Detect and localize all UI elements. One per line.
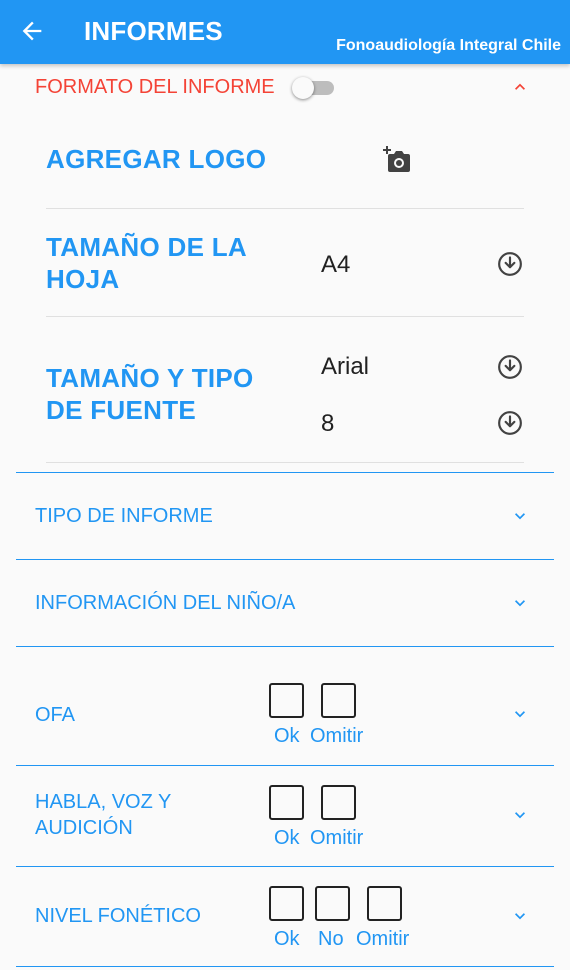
nivel-no-label: No: [318, 928, 344, 950]
download-circle-icon[interactable]: [497, 410, 523, 436]
download-circle-icon[interactable]: [497, 354, 523, 380]
font-family-value[interactable]: Arial: [321, 353, 369, 381]
page-size-label: TAMAÑO DE LA HOJA: [46, 231, 247, 295]
section-info-nino-label[interactable]: INFORMACIÓN DEL NIÑO/A: [35, 590, 295, 616]
add-logo-label: AGREGAR LOGO: [46, 144, 267, 174]
section-habla-label[interactable]: HABLA, VOZ Y AUDICIÓN: [35, 789, 171, 841]
divider: [46, 316, 524, 317]
ofa-omitir-checkbox[interactable]: [321, 683, 356, 718]
format-section-title: FORMATO DEL INFORME: [35, 76, 275, 98]
nivel-no-checkbox[interactable]: [315, 886, 350, 921]
section-divider: [16, 646, 554, 647]
font-label-line2: DE FUENTE: [46, 395, 197, 425]
chevron-down-icon[interactable]: [510, 805, 530, 825]
section-divider: [16, 559, 554, 560]
section-divider: [16, 966, 554, 967]
app-bar: INFORMES Fonoaudiología Integral Chile: [0, 0, 570, 64]
nivel-omitir-checkbox[interactable]: [367, 886, 402, 921]
font-label-line1: TAMAÑO Y TIPO: [46, 363, 254, 393]
section-tipo-informe-label[interactable]: TIPO DE INFORME: [35, 503, 213, 529]
habla-ok-checkbox[interactable]: [269, 785, 304, 820]
switch-thumb: [292, 77, 314, 99]
section-habla-label-line1: HABLA, VOZ Y: [35, 791, 172, 813]
font-label: TAMAÑO Y TIPO DE FUENTE: [46, 362, 254, 426]
chevron-up-icon[interactable]: [510, 77, 530, 97]
download-circle-icon[interactable]: [497, 251, 523, 277]
chevron-down-icon[interactable]: [510, 906, 530, 926]
ofa-ok-label: Ok: [274, 725, 300, 747]
nivel-omitir-label: Omitir: [356, 928, 410, 950]
divider: [46, 208, 524, 209]
chevron-down-icon[interactable]: [510, 506, 530, 526]
section-nivel-fonetico-label[interactable]: NIVEL FONÉTICO: [35, 903, 201, 929]
section-divider: [16, 472, 554, 473]
chevron-down-icon[interactable]: [510, 704, 530, 724]
add-photo-icon[interactable]: [380, 145, 412, 175]
ofa-ok-checkbox[interactable]: [269, 683, 304, 718]
section-ofa-label[interactable]: OFA: [35, 702, 75, 728]
habla-ok-label: Ok: [274, 827, 300, 849]
habla-omitir-label: Omitir: [310, 827, 364, 849]
page-size-value[interactable]: A4: [321, 251, 350, 279]
format-toggle-switch[interactable]: [292, 77, 336, 99]
nivel-ok-label: Ok: [274, 928, 300, 950]
page-title: INFORMES: [84, 16, 223, 46]
clinic-name: Fonoaudiología Integral Chile: [336, 37, 561, 54]
divider: [46, 462, 524, 463]
page-size-label-line2: HOJA: [46, 264, 120, 294]
section-divider: [16, 765, 554, 766]
ofa-omitir-label: Omitir: [310, 725, 364, 747]
habla-omitir-checkbox[interactable]: [321, 785, 356, 820]
section-habla-label-line2: AUDICIÓN: [35, 817, 133, 839]
page-size-label-line1: TAMAÑO DE LA: [46, 232, 247, 262]
nivel-ok-checkbox[interactable]: [269, 886, 304, 921]
font-size-value[interactable]: 8: [321, 410, 334, 438]
arrow-back-icon[interactable]: [18, 17, 46, 45]
chevron-down-icon[interactable]: [510, 593, 530, 613]
section-divider: [16, 866, 554, 867]
